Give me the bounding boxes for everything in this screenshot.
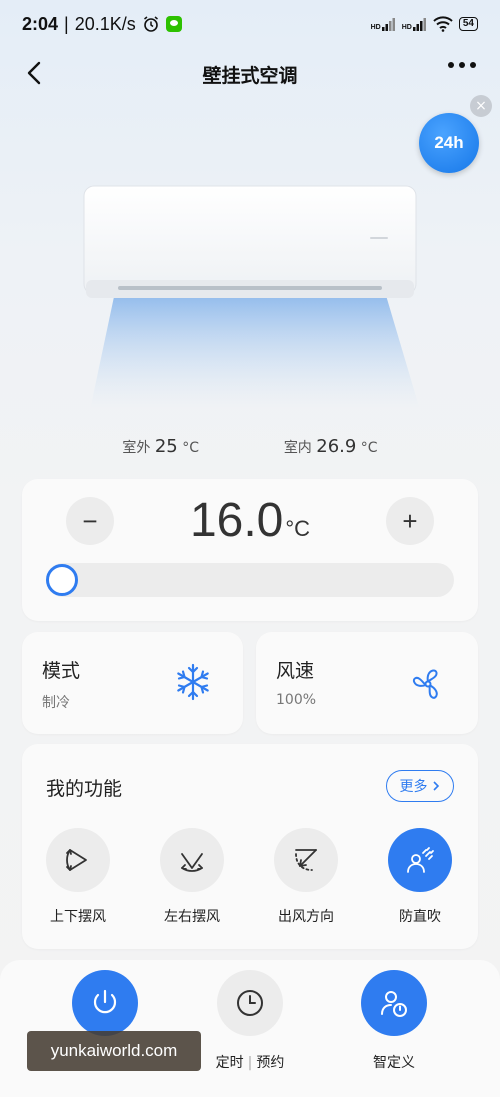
status-time: 2:04 — [22, 13, 59, 34]
vertical-swing-label: 上下摆风 — [50, 909, 106, 925]
vertical-swing-icon — [66, 849, 87, 871]
outdoor-value: 25 — [154, 436, 178, 457]
temperature-card: − 16.0°C + — [22, 479, 478, 621]
airflow-direction-button[interactable] — [274, 828, 338, 892]
function-airflow-direction[interactable]: 出风方向 — [256, 828, 356, 926]
power-action[interactable] — [45, 970, 165, 1036]
signal-2: HD — [402, 17, 427, 31]
anti-direct-blow-button[interactable] — [388, 828, 452, 892]
fan-speed-card[interactable]: 风速 100% — [256, 632, 478, 734]
more-functions-button[interactable]: 更多 — [386, 770, 454, 802]
horizontal-swing-button[interactable] — [160, 828, 224, 892]
label-separator: | — [247, 1055, 253, 1071]
chevron-right-icon — [432, 781, 439, 791]
status-bar: 2:04 | 20.1K/s HD HD 54 — [0, 0, 500, 48]
air-conditioner-image — [83, 185, 420, 410]
indoor-temperature: 室内 26.9 °C — [284, 436, 378, 457]
outdoor-label: 室外 — [122, 440, 151, 456]
indoor-value: 26.9 — [316, 436, 357, 457]
appointment-label: 预约 — [256, 1055, 285, 1071]
more-dot-icon — [470, 62, 476, 68]
increase-temperature-button[interactable]: + — [386, 497, 434, 545]
signal-1: HD — [371, 17, 396, 31]
alarm-icon — [143, 16, 158, 32]
close-float-button[interactable]: × — [470, 95, 492, 117]
vertical-swing-button[interactable] — [46, 828, 110, 892]
function-vertical-swing[interactable]: 上下摆风 — [28, 828, 128, 926]
custom-mode-label: 智定义 — [373, 1055, 415, 1071]
user-power-icon — [381, 991, 407, 1017]
mode-value: 制冷 — [42, 695, 70, 711]
outdoor-unit: °C — [182, 440, 199, 456]
airflow-direction-label: 出风方向 — [278, 909, 334, 925]
temperature-slider-handle[interactable] — [46, 564, 78, 596]
my-functions-title: 我的功能 — [46, 778, 123, 800]
power-icon — [93, 989, 117, 1014]
clock-icon — [237, 990, 263, 1016]
timer-label: 定时 — [215, 1055, 244, 1071]
page-title: 壁挂式空调 — [202, 64, 298, 87]
indoor-label: 室内 — [283, 440, 312, 456]
signal-bars-icon-2 — [412, 18, 426, 31]
wifi-icon — [433, 16, 453, 32]
battery-indicator: 54 — [458, 17, 478, 31]
more-dot-icon — [459, 62, 465, 68]
my-functions-card: 我的功能 更多 上下摆风 左右摆风 出风方向 防直吹 — [22, 744, 478, 949]
customer-service-button[interactable]: 24h — [419, 113, 479, 173]
temperature-slider[interactable] — [46, 563, 454, 597]
snowflake-icon — [177, 663, 209, 701]
schedule-button[interactable] — [217, 970, 283, 1036]
power-button[interactable] — [72, 970, 138, 1036]
chevron-left-icon — [27, 61, 41, 85]
anti-direct-blow-icon — [407, 847, 434, 873]
custom-action[interactable]: 智定义 — [334, 970, 454, 1072]
service-24h-label: 24h — [434, 133, 464, 152]
more-functions-label: 更多 — [399, 779, 428, 795]
watermark: yunkaiworld.com — [27, 1031, 201, 1071]
schedule-label: 定时 | 预约 — [190, 1052, 310, 1072]
ac-unit-illustration — [70, 180, 440, 420]
signal-hd-label: HD — [370, 24, 381, 31]
signal-bars-icon — [381, 18, 395, 31]
anti-direct-blow-label: 防直吹 — [399, 909, 441, 925]
fan-icon — [412, 669, 438, 699]
mode-title: 模式 — [42, 660, 81, 682]
horizontal-swing-label: 左右摆风 — [164, 909, 220, 925]
airflow-direction-icon — [295, 849, 317, 871]
header: 壁挂式空调 — [0, 50, 500, 98]
more-dot-icon — [448, 62, 454, 68]
climate-readings: 室外 25 °C 室内 26.9 °C — [0, 436, 500, 457]
horizontal-swing-icon — [181, 853, 203, 872]
outdoor-temperature: 室外 25 °C — [122, 436, 199, 457]
temperature-unit: °C — [285, 516, 311, 541]
mode-card[interactable]: 模式 制冷 — [22, 632, 243, 734]
schedule-action[interactable]: 定时 | 预约 — [190, 970, 310, 1072]
fan-speed-value: 100% — [276, 692, 317, 708]
fan-speed-title: 风速 — [276, 660, 315, 682]
function-horizontal-swing[interactable]: 左右摆风 — [142, 828, 242, 926]
back-button[interactable] — [20, 58, 50, 88]
function-anti-direct-blow[interactable]: 防直吹 — [370, 828, 470, 926]
network-speed: 20.1K/s — [74, 13, 136, 34]
custom-mode-button[interactable] — [361, 970, 427, 1036]
temperature-value: 16.0 — [189, 494, 284, 547]
indoor-unit: °C — [360, 440, 378, 456]
bottom-action-bar: 定时 | 预约 智定义 — [0, 960, 500, 1097]
signal-hd-label-2: HD — [401, 24, 412, 31]
wechat-icon — [165, 16, 182, 32]
status-divider: | — [64, 13, 69, 34]
more-options-button[interactable] — [448, 62, 476, 68]
